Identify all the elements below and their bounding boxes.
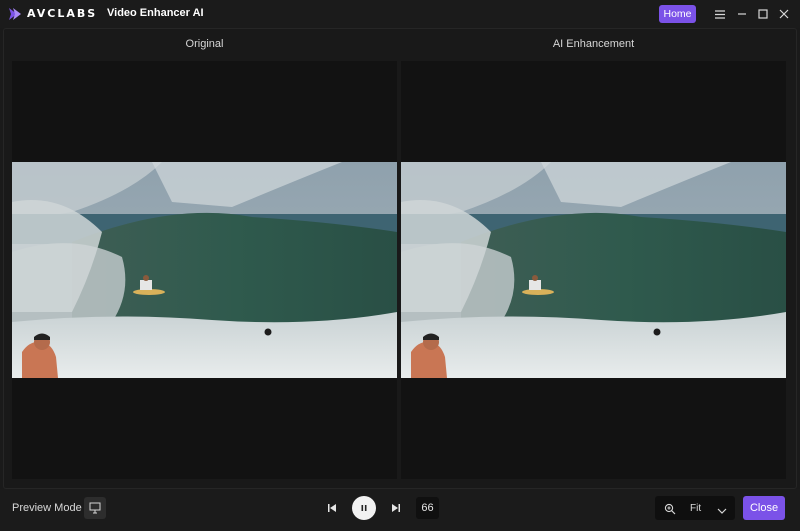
original-video-frame xyxy=(12,162,397,378)
close-button[interactable]: Close xyxy=(743,496,785,520)
menu-icon[interactable] xyxy=(711,5,729,23)
next-frame-icon[interactable] xyxy=(389,500,403,516)
home-button[interactable]: Home xyxy=(659,5,696,23)
original-label: Original xyxy=(185,38,224,50)
close-window-icon[interactable] xyxy=(775,5,793,23)
preview-mode-label: Preview Mode xyxy=(12,502,82,514)
preview-mode-button[interactable] xyxy=(84,497,106,519)
chevron-down-icon[interactable] xyxy=(716,503,728,514)
previous-frame-icon[interactable] xyxy=(325,500,339,516)
zoom-value: Fit xyxy=(690,503,702,514)
enhanced-view xyxy=(401,61,786,479)
frame-number: 66 xyxy=(416,497,439,519)
app-logo-icon xyxy=(7,6,23,22)
monitor-icon xyxy=(89,502,101,514)
app-title: Video Enhancer AI xyxy=(107,7,204,19)
zoom-in-icon[interactable] xyxy=(664,502,676,515)
maximize-icon[interactable] xyxy=(754,5,772,23)
minimize-icon[interactable] xyxy=(733,5,751,23)
pause-button[interactable] xyxy=(352,496,376,520)
enhanced-video-frame xyxy=(401,162,786,378)
brand-name: AVCLABS xyxy=(27,7,98,20)
pause-icon xyxy=(361,505,367,511)
original-view xyxy=(12,61,397,479)
ai-enhancement-label: AI Enhancement xyxy=(552,38,635,50)
